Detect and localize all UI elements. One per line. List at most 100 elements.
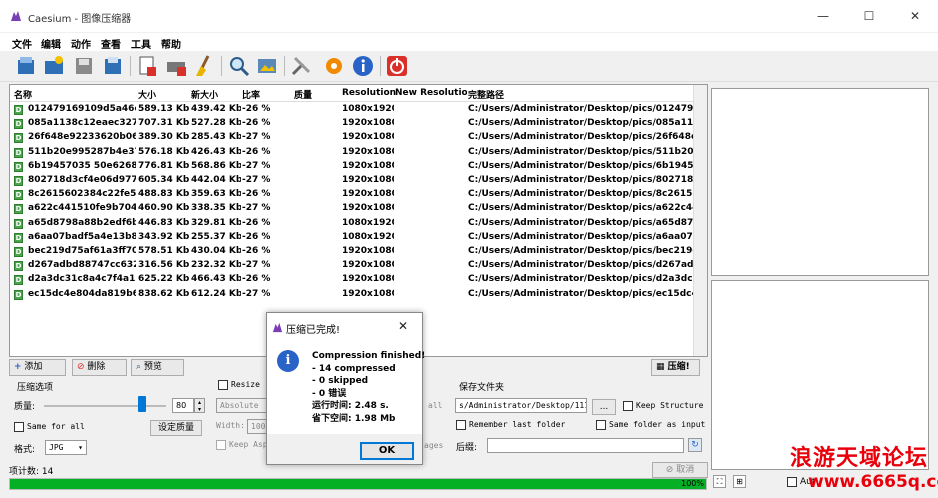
set-quality-button[interactable]: 设定质量	[150, 420, 202, 436]
resize-checkbox[interactable]	[218, 380, 228, 390]
menu-view[interactable]: 查看	[101, 36, 121, 51]
table-row[interactable]: D 6b19457035 50e6268... 776.81 Kb 568.86 Kb…	[10, 160, 707, 174]
progress-fill	[10, 479, 706, 489]
add-button[interactable]: + 添加	[9, 359, 66, 376]
menu-action[interactable]: 动作	[71, 36, 91, 51]
col-new-size[interactable]: 新大小	[191, 88, 218, 101]
add-folder-icon[interactable]	[42, 54, 66, 78]
slider-thumb[interactable]	[138, 396, 147, 412]
power-exit-icon[interactable]	[385, 54, 409, 78]
cell-size: 838.62 Kb	[138, 288, 190, 299]
table-row[interactable]: Dd267adbd88747cc632...316.56 Kb232.32 Kb…	[10, 259, 707, 273]
cell-resolution: 1920x1080	[342, 260, 394, 271]
cell-name: 802718d3cf4e06d977...	[28, 175, 136, 185]
image-file-icon: D	[14, 119, 23, 130]
preview-button[interactable]: ⌕ 预览	[131, 359, 184, 376]
cell-resolution: 1080x1920	[342, 217, 394, 228]
preview-icon[interactable]	[255, 54, 279, 78]
zoom-view-icon[interactable]: ⊞	[733, 475, 746, 488]
keep-aspect-checkbox[interactable]	[216, 440, 226, 450]
remove-button[interactable]: ⊘ 删除	[72, 359, 127, 376]
maximize-button[interactable]: ☐	[846, 0, 892, 32]
save-folder-title: 保存文件夹	[459, 383, 505, 393]
list-scrollbar[interactable]	[693, 85, 707, 356]
cell-ratio: -27 %	[242, 288, 271, 299]
remember-last-folder-checkbox[interactable]	[456, 420, 466, 430]
table-row[interactable]: D 802718d3cf4e06d977... 605.34 Kb 442.04 Kb…	[10, 174, 707, 188]
quality-spin-arrows-icon[interactable]: ▴ ▾	[194, 398, 205, 413]
settings-tools-icon[interactable]	[289, 54, 313, 78]
image-file-icon: D	[14, 218, 23, 229]
keep-structure-checkbox[interactable]	[623, 401, 633, 411]
same-folder-as-input-checkbox[interactable]	[596, 420, 606, 430]
cell-ratio: -26 %	[242, 246, 271, 256]
cell-new-size: 430.04 Kb	[191, 246, 241, 256]
fit-view-icon[interactable]: ⛶	[713, 475, 726, 488]
minimize-button[interactable]: —	[800, 0, 846, 32]
export-icon[interactable]	[101, 54, 125, 78]
col-name[interactable]: 名称	[14, 88, 32, 101]
remove-item-icon[interactable]	[135, 54, 159, 78]
message-line: 运行时间: 2.48 s.	[312, 401, 389, 411]
resize-mode-select[interactable]: Absolute	[216, 398, 268, 413]
table-row[interactable]: Da65d8798a88b2edf6b...446.83 Kb329.81 Kb…	[10, 217, 707, 231]
table-row[interactable]: D 26f648e92233620b06...389.30 Kb285.43 Kb…	[10, 131, 707, 145]
cell-new-size: 527.28 Kb	[191, 118, 241, 129]
table-row[interactable]: Dec15dc4e804da819b6...838.62 Kb612.24 Kb…	[10, 288, 707, 302]
image-file-icon: D	[14, 247, 23, 257]
output-folder-field[interactable]: s/Administrator/Desktop/11111	[455, 398, 587, 413]
auto-preview-checkbox[interactable]	[787, 477, 797, 487]
table-row[interactable]: Dbec219d75af61a3ff70...578.51 Kb430.04 K…	[10, 245, 707, 259]
format-select[interactable]: JPG ▾	[45, 440, 87, 455]
cell-size: 578.51 Kb	[138, 246, 190, 256]
menu-tools[interactable]: 工具	[131, 36, 151, 51]
width-field[interactable]: 100	[247, 419, 268, 434]
table-row[interactable]: Da622c441510fe9b704... 460.90 Kb 338.35 Kb…	[10, 202, 707, 216]
remember-last-folder-label: Remember last folder	[469, 420, 566, 429]
plugin-gear-icon[interactable]	[322, 54, 346, 78]
table-row[interactable]: D 012479169109d5a46c...589.13 Kb439.42 Kb…	[10, 103, 707, 117]
preview-button-label: 预览	[143, 362, 162, 372]
table-row[interactable]: D 085a1138c12eaec327...707.31 Kb527.28 Kb…	[10, 117, 707, 131]
table-row[interactable]: Da6aa07badf5a4e13b8...343.92 Kb255.37 Kb…	[10, 231, 707, 245]
same-for-all-checkbox[interactable]	[14, 422, 24, 432]
cell-new-size: 232.32 Kb	[191, 260, 241, 271]
clean-icon[interactable]	[192, 54, 216, 78]
quality-spinbox[interactable]: 80	[172, 398, 194, 413]
width-label: Width:	[216, 421, 245, 430]
table-row[interactable]: Dd2a3dc31c8a4c7f4a1... 625.22 Kb 466.43 Kb…	[10, 273, 707, 287]
suffix-field[interactable]	[487, 438, 684, 453]
menu-help[interactable]: 帮助	[161, 36, 181, 51]
clear-list-icon[interactable]	[164, 54, 188, 78]
col-new-resolution[interactable]: New Resolution	[395, 88, 467, 98]
info-icon[interactable]	[351, 54, 375, 78]
cell-size: 488.83 Kb	[138, 189, 190, 200]
table-row[interactable]: D 8c2615602384c22fe5a...488.83 Kb359.63 K…	[10, 188, 707, 202]
browse-button[interactable]: ...	[592, 399, 616, 415]
compress-button[interactable]: ▦ 压缩!	[651, 359, 700, 376]
table-row[interactable]: D 511b20e995287b4e37...576.18 Kb426.43 Kb…	[10, 146, 707, 160]
col-quality[interactable]: 质量	[294, 88, 312, 101]
cancel-button[interactable]: ⊘ 取消	[652, 462, 708, 478]
cell-resolution: 1920x1080	[342, 288, 394, 299]
col-size[interactable]: 大小	[138, 88, 156, 101]
col-ratio[interactable]: 比率	[242, 88, 260, 101]
close-button[interactable]: ✕	[892, 0, 938, 32]
menu-file[interactable]: 文件	[12, 36, 32, 51]
col-resolution[interactable]: Resolution	[342, 88, 396, 98]
search-icon[interactable]	[227, 54, 251, 78]
add-file-icon[interactable]	[14, 54, 38, 78]
ok-button[interactable]: OK	[360, 442, 414, 460]
apply-suffix-icon[interactable]: ↻	[688, 438, 702, 452]
caesium-logo-icon	[272, 322, 283, 333]
quality-slider[interactable]	[44, 396, 166, 412]
save-icon[interactable]	[72, 54, 96, 78]
cell-new-size: 285.43 Kb	[191, 132, 241, 143]
cell-full-path: C:/Users/Administrator/Desktop/pics/a65d…	[468, 217, 694, 228]
menu-edit[interactable]: 编辑	[41, 36, 61, 51]
col-full-path[interactable]: 完整路径	[468, 88, 504, 101]
cell-ratio: -26 %	[242, 274, 271, 285]
cell-new-size: 442.04 Kb	[191, 175, 241, 185]
dialog-close-icon[interactable]: ✕	[398, 319, 408, 333]
original-preview-panel	[711, 88, 929, 276]
